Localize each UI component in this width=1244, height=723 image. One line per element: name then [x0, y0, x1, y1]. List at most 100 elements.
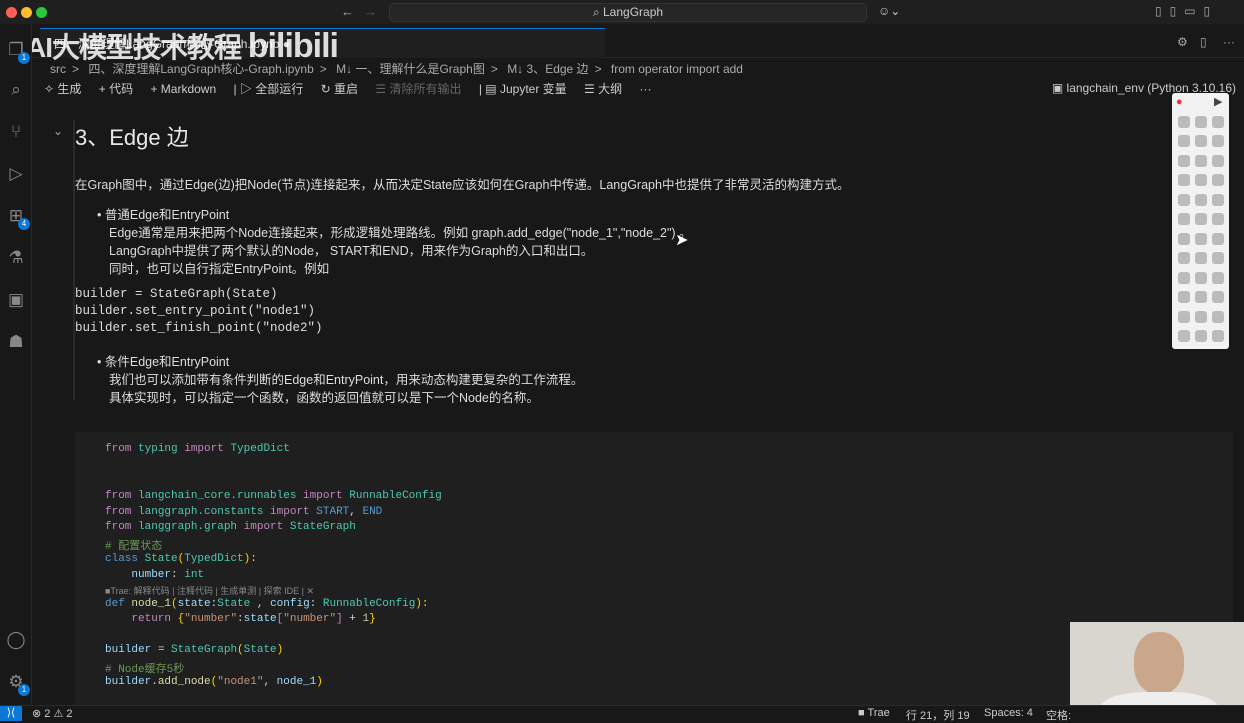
split-editor-icon[interactable]: ▯: [1200, 35, 1207, 49]
drawing-tool-icon[interactable]: [1211, 330, 1224, 343]
bullet-label: 普通Edge和EntryPoint: [104, 208, 230, 222]
breadcrumb-item[interactable]: 四、深度理解LangGraph核心-Graph.ipynb: [88, 62, 313, 76]
drawing-tool-icon[interactable]: [1194, 193, 1207, 206]
run-all-button[interactable]: | ▷ 全部运行: [233, 80, 303, 97]
drawing-tool-icon[interactable]: [1177, 291, 1190, 304]
more-button[interactable]: ···: [639, 82, 651, 96]
drawing-tool-icon[interactable]: [1211, 291, 1224, 304]
drawing-tool-icon[interactable]: [1194, 213, 1207, 226]
trae-status[interactable]: ■ Trae: [858, 707, 890, 719]
code-token: TypedDict: [230, 443, 290, 455]
more-icon[interactable]: ···: [1223, 35, 1235, 49]
breadcrumb-item[interactable]: src: [50, 62, 66, 76]
record-icon[interactable]: ●: [1176, 96, 1183, 108]
outline-button[interactable]: ☰ 大纲: [584, 80, 622, 97]
code-token: from: [105, 506, 139, 518]
remote-icon[interactable]: ▣: [6, 290, 26, 310]
code-line: builder.add_node("node1", node_1): [105, 676, 323, 688]
drawing-tool-icon[interactable]: [1194, 174, 1207, 187]
drawing-tool-icon[interactable]: [1177, 310, 1190, 323]
drawing-tool-icon[interactable]: [1194, 135, 1207, 148]
add-markdown-button[interactable]: + Markdown: [150, 82, 216, 96]
code-token: :: [309, 598, 323, 610]
code-line: from typing import TypedDict: [105, 443, 290, 455]
drawing-tool-icon[interactable]: [1177, 193, 1190, 206]
drawing-tool-icon[interactable]: [1194, 310, 1207, 323]
drawing-tool-icon[interactable]: [1177, 330, 1190, 343]
code-token: ):: [415, 598, 429, 610]
restart-button[interactable]: ↻ 重启: [321, 80, 358, 97]
code-token: builder: [105, 644, 152, 656]
generate-button[interactable]: ✧ 生成: [44, 80, 81, 97]
cursor-position[interactable]: 行 21，列 19: [906, 707, 970, 723]
maximize-window-button[interactable]: [36, 7, 47, 18]
notebook-content: ⌄ 3、Edge 边 在Graph图中，通过Edge(边)把Node(节点)连接…: [33, 100, 1239, 705]
code-line: builder.set_finish_point("node2"): [75, 321, 323, 335]
drawing-tool-icon[interactable]: [1194, 252, 1207, 265]
account-icon[interactable]: ◯: [6, 630, 26, 650]
drawing-tool-icon[interactable]: [1177, 232, 1190, 245]
ai-code-actions-hint[interactable]: ■Trae: 解释代码 | 注释代码 | 生成单测 | 探索 IDE | ✕: [105, 584, 314, 598]
drawing-tool-icon[interactable]: [1211, 310, 1224, 323]
drawing-tool-icon[interactable]: [1177, 252, 1190, 265]
clear-outputs-button[interactable]: ☰ 清除所有输出: [375, 80, 461, 97]
command-search[interactable]: ⌕ LangGraph: [389, 3, 867, 22]
code-cell[interactable]: from typing import TypedDict from langcha…: [75, 432, 1233, 705]
close-window-button[interactable]: [6, 7, 17, 18]
drawing-tool-icon[interactable]: [1177, 115, 1190, 128]
breadcrumb-item[interactable]: M↓ 一、理解什么是Graph图: [336, 62, 485, 76]
drawing-tool-icon[interactable]: [1177, 213, 1190, 226]
drawing-tool-icon[interactable]: [1211, 252, 1224, 265]
drawing-tool-icon[interactable]: [1194, 271, 1207, 284]
explorer-icon[interactable]: ❐ 1: [6, 40, 30, 64]
drawing-tool-icon[interactable]: [1177, 135, 1190, 148]
breadcrumb-separator: >: [490, 62, 498, 76]
minimize-window-button[interactable]: [21, 7, 32, 18]
back-arrow-icon[interactable]: ←: [341, 4, 354, 19]
code-token: =: [151, 644, 172, 656]
extensions-icon[interactable]: ⊞ 4: [6, 206, 30, 230]
drawing-tool-icon[interactable]: [1194, 232, 1207, 245]
indentation[interactable]: Spaces: 4: [984, 707, 1033, 719]
drawing-tool-icon[interactable]: [1177, 271, 1190, 284]
testing-icon[interactable]: ⚗: [6, 248, 26, 268]
drawing-tool-icon[interactable]: [1177, 154, 1190, 167]
drawing-tool-icon[interactable]: [1211, 213, 1224, 226]
drawing-tool-icon[interactable]: [1194, 330, 1207, 343]
breadcrumb-item[interactable]: M↓ 3、Edge 边: [507, 62, 588, 76]
drawing-tool-icon[interactable]: [1177, 174, 1190, 187]
drawing-tool-icon[interactable]: [1194, 154, 1207, 167]
add-code-button[interactable]: + 代码: [99, 80, 133, 97]
remote-indicator-icon[interactable]: ⟩⟨: [0, 706, 22, 721]
variables-button[interactable]: | ▤ Jupyter 变量: [479, 80, 567, 97]
gear-icon[interactable]: ⚙: [1177, 35, 1188, 49]
search-icon[interactable]: ⌕: [6, 80, 26, 100]
breadcrumb-item[interactable]: from operator import add: [611, 62, 743, 76]
source-control-icon[interactable]: ⑂: [6, 122, 26, 142]
robot-icon[interactable]: ☗: [6, 332, 26, 352]
drawing-tool-icon[interactable]: [1211, 154, 1224, 167]
forward-arrow-icon[interactable]: →: [364, 4, 377, 19]
code-token: +: [342, 613, 363, 625]
code-token: node_1: [131, 598, 172, 610]
drawing-tool-icon[interactable]: [1211, 115, 1224, 128]
run-debug-icon[interactable]: ▷: [6, 164, 26, 184]
code-token: number: [105, 569, 172, 581]
drawing-tool-icon[interactable]: [1211, 193, 1224, 206]
settings-icon[interactable]: ⚙ 1: [6, 672, 30, 696]
copilot-icon[interactable]: ☺⌄: [878, 4, 900, 18]
drawing-tool-icon[interactable]: [1194, 291, 1207, 304]
drawing-tool-icon[interactable]: [1211, 271, 1224, 284]
restart-label: 重启: [334, 82, 359, 96]
layout-toggle-icons[interactable]: ▯▯▭▯: [1155, 4, 1218, 18]
problems-indicator[interactable]: ⊗ 2 ⚠ 2: [32, 707, 73, 720]
play-icon[interactable]: ▶: [1214, 95, 1222, 108]
drawing-tool-icon[interactable]: [1211, 135, 1224, 148]
encoding[interactable]: 空格:: [1046, 707, 1071, 723]
code-token: "node1": [217, 676, 264, 688]
drawing-tool-icon[interactable]: [1194, 115, 1207, 128]
drawing-tool-icon[interactable]: [1211, 174, 1224, 187]
code-token: ,: [349, 506, 363, 518]
collapse-chevron-icon[interactable]: ⌄: [53, 124, 63, 138]
drawing-tool-icon[interactable]: [1211, 232, 1224, 245]
